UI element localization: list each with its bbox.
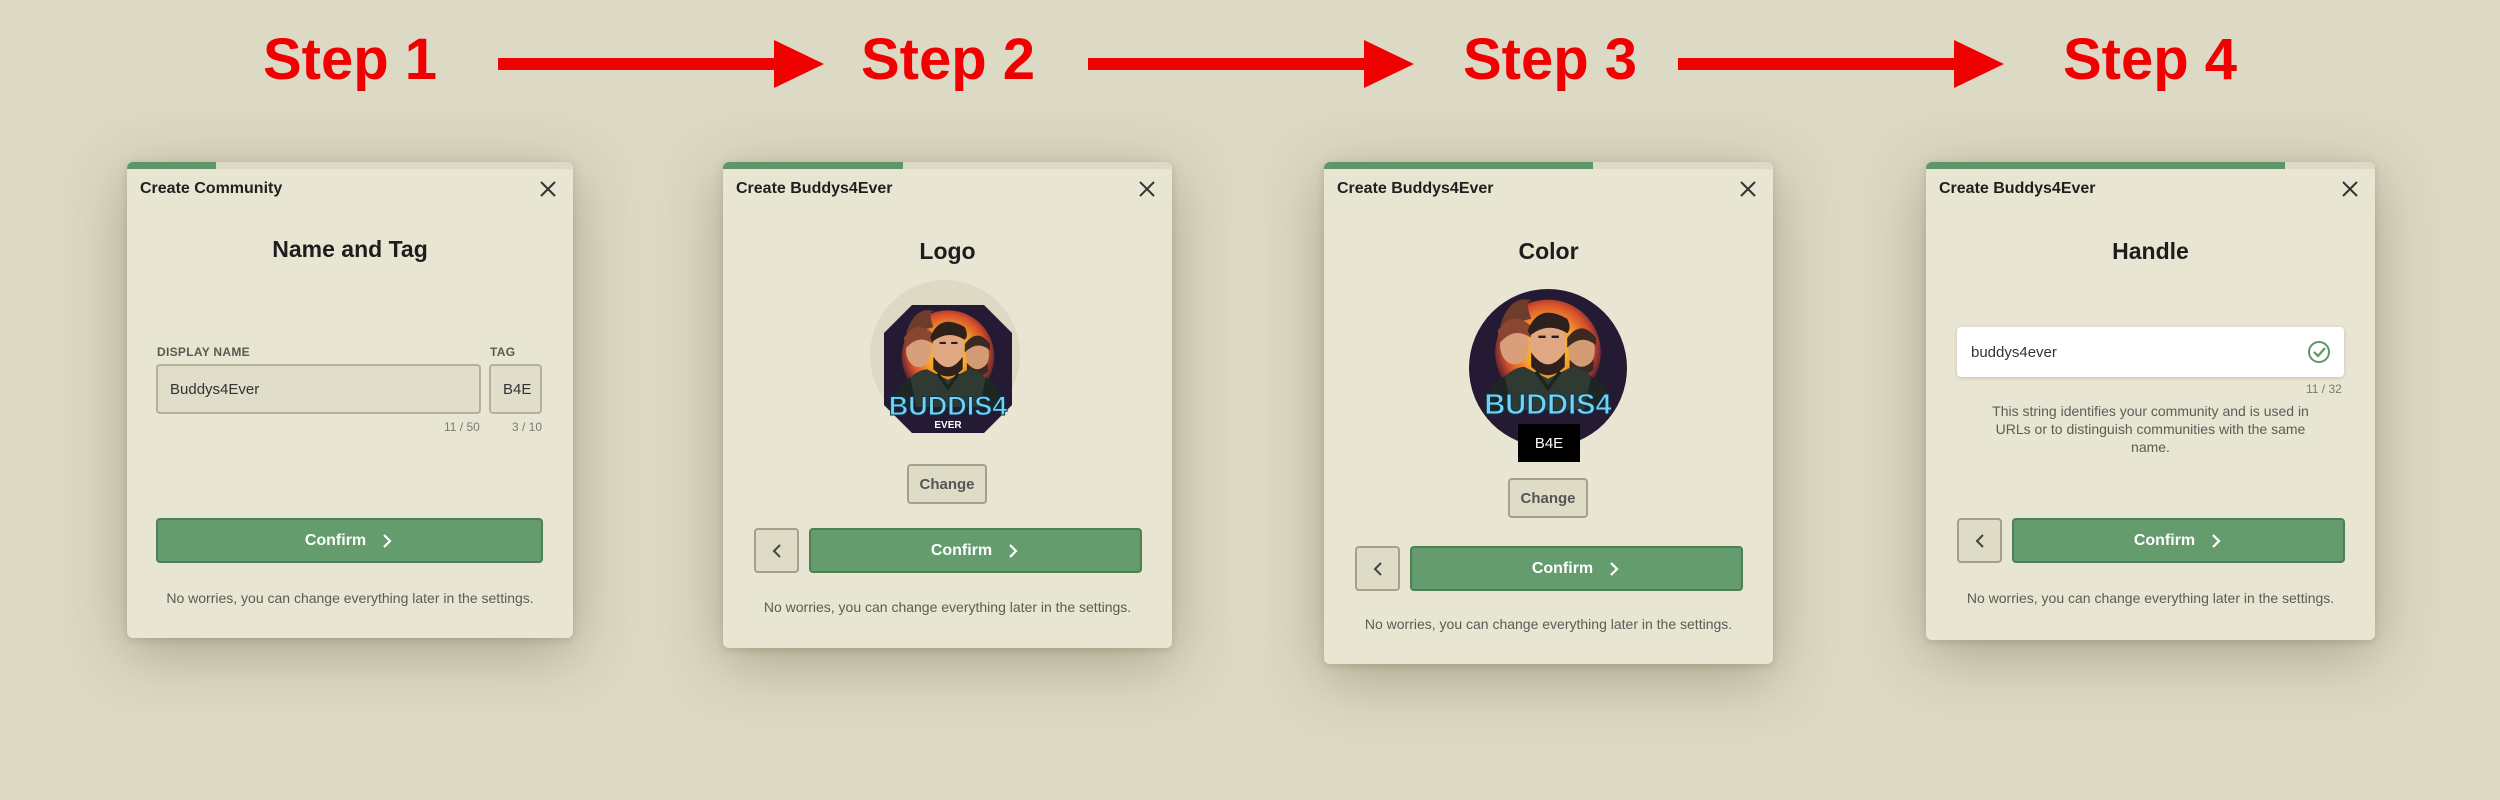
dialog-handle: Create Buddys4Ever Handle buddys4ever 11… <box>1926 162 2375 640</box>
progress-bar <box>1324 162 1773 169</box>
chevron-right-icon <box>383 533 392 548</box>
display-name-label: DISPLAY NAME <box>157 345 250 359</box>
footer-note: No worries, you can change everything la… <box>166 590 534 606</box>
logo-text: BUDDIS4 <box>1484 389 1611 421</box>
tag-input[interactable]: B4E <box>489 364 542 414</box>
handle-value: buddys4ever <box>1971 343 2057 361</box>
confirm-label: Confirm <box>1531 559 1594 577</box>
dialog-color: Create Buddys4Ever Color BUDDIS4 B4E Cha… <box>1324 162 1773 664</box>
arrow-step-2-to-3 <box>1088 40 1414 88</box>
confirm-button[interactable]: Confirm <box>1410 546 1743 591</box>
confirm-label: Confirm <box>930 541 993 559</box>
step-3-label: Step 3 <box>1462 27 1638 92</box>
tag-counter: 3 / 10 <box>512 420 543 434</box>
chevron-left-icon <box>1373 561 1382 576</box>
check-circle-icon <box>2308 341 2330 363</box>
handle-helper-text: This string identifies your community an… <box>1992 403 2309 455</box>
chevron-right-icon <box>1610 561 1619 576</box>
step-4-label: Step 4 <box>2062 27 2238 92</box>
chevron-left-icon <box>772 543 781 558</box>
progress-bar <box>723 162 1172 169</box>
logo-image: BUDDIS4 EVER <box>884 305 1012 433</box>
progress-bar <box>127 162 573 169</box>
progress-bar <box>1926 162 2375 169</box>
close-icon[interactable] <box>537 178 559 200</box>
display-name-input[interactable]: Buddys4Ever <box>156 364 481 414</box>
dialog-logo: Create Buddys4Ever Logo BUDDIS4 EVER Cha… <box>723 162 1172 648</box>
footer-note: No worries, you can change everything la… <box>763 599 1132 615</box>
dialog-heading: Logo <box>919 238 976 264</box>
change-logo-button[interactable]: Change <box>907 464 987 504</box>
dialog-title: Create Buddys4Ever <box>1939 180 2096 197</box>
footer-note: No worries, you can change everything la… <box>1966 590 2335 606</box>
progress-fill <box>723 162 903 169</box>
change-color-button[interactable]: Change <box>1508 478 1588 518</box>
close-icon[interactable] <box>1136 178 1158 200</box>
dialog-title: Create Buddys4Ever <box>1337 180 1494 197</box>
progress-fill <box>127 162 217 169</box>
tag-label: TAG <box>490 345 516 359</box>
confirm-label: Confirm <box>304 531 367 549</box>
confirm-button[interactable]: Confirm <box>2012 518 2345 563</box>
dialog-heading: Name and Tag <box>272 236 428 262</box>
close-icon[interactable] <box>1737 178 1759 200</box>
tag-badge: B4E <box>1518 424 1580 462</box>
step-1-label: Step 1 <box>262 27 438 92</box>
handle-input[interactable]: buddys4ever <box>1957 327 2344 377</box>
arrow-step-3-to-4 <box>1678 40 2004 88</box>
confirm-button[interactable]: Confirm <box>809 528 1142 573</box>
footer-note: No worries, you can change everything la… <box>1364 616 1733 632</box>
dialog-name-and-tag: Create Community Name and Tag DISPLAY NA… <box>127 162 573 638</box>
chevron-right-icon <box>2212 533 2221 548</box>
dialog-title: Create Buddys4Ever <box>736 180 893 197</box>
step-2-label: Step 2 <box>860 27 1036 92</box>
back-button[interactable] <box>1957 518 2002 563</box>
chevron-left-icon <box>1975 533 1984 548</box>
back-button[interactable] <box>754 528 799 573</box>
logo-text: BUDDIS4 <box>889 391 1008 421</box>
handle-counter: 11 / 32 <box>2306 382 2342 396</box>
close-icon[interactable] <box>2339 178 2361 200</box>
confirm-button[interactable]: Confirm <box>156 518 543 563</box>
dialog-heading: Handle <box>2112 238 2189 264</box>
arrow-step-1-to-2 <box>498 40 824 88</box>
dialog-title: Create Community <box>140 180 283 197</box>
progress-fill <box>1324 162 1594 169</box>
logo-subtext: EVER <box>934 420 962 431</box>
dialog-heading: Color <box>1518 238 1579 264</box>
display-name-counter: 11 / 50 <box>444 420 480 434</box>
confirm-label: Confirm <box>2133 531 2196 549</box>
chevron-right-icon <box>1009 543 1018 558</box>
progress-fill <box>1926 162 2286 169</box>
back-button[interactable] <box>1355 546 1400 591</box>
